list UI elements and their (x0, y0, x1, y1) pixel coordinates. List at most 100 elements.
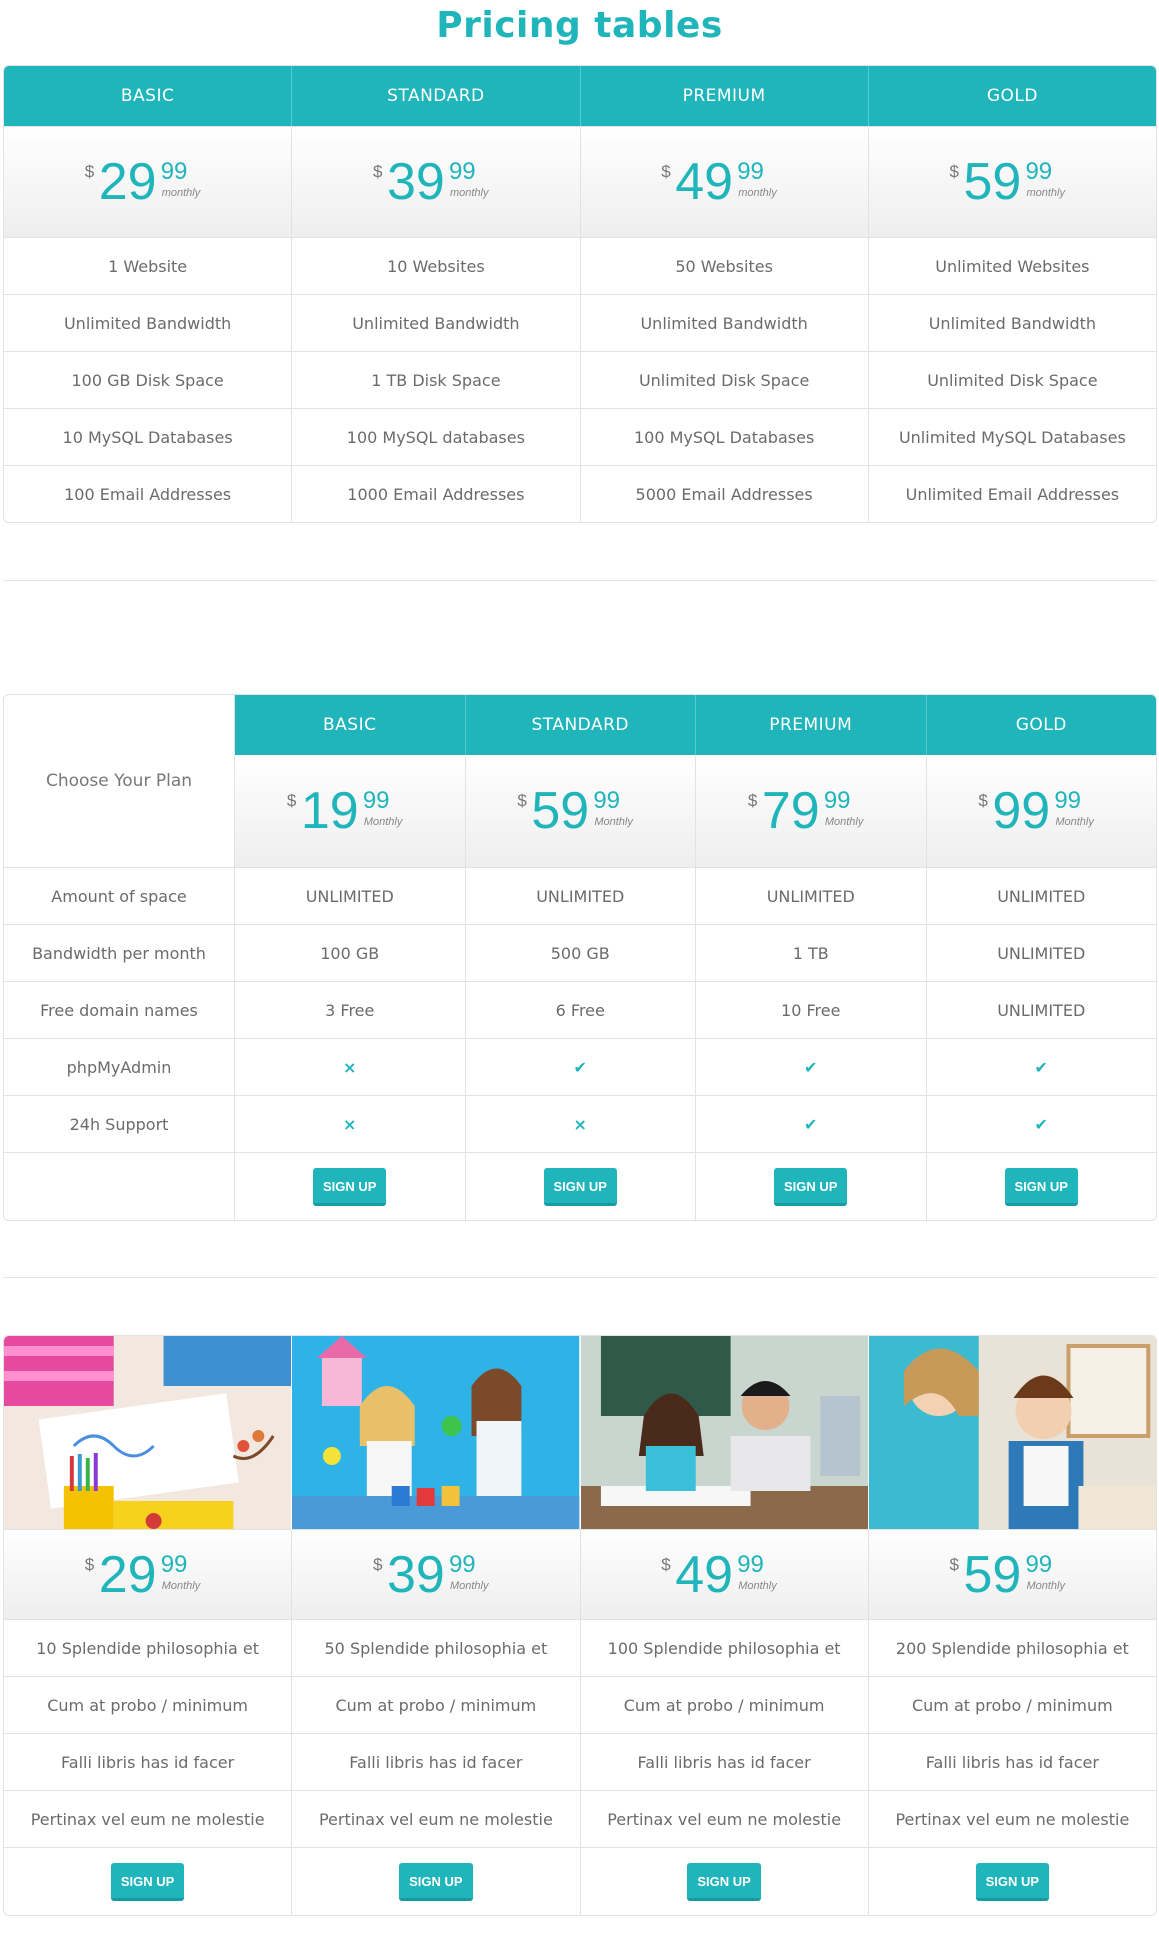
signup-button[interactable]: SIGN UP (110, 1862, 185, 1901)
feature-cell: 10 MySQL Databases (62, 427, 233, 447)
plan-price: $79 99 Monthly (695, 755, 926, 867)
value-cell: UNLIMITED (464, 868, 696, 924)
signup-button-standard[interactable]: SIGN UP (543, 1167, 617, 1206)
plan-price: $29 99 monthly (4, 127, 292, 237)
plan-name-basic: BASIC (235, 695, 465, 755)
feature-cell: 1000 Email Addresses (291, 466, 579, 522)
price-amount: 59 (531, 782, 590, 840)
cross-icon: × (573, 1114, 587, 1134)
value-cell: 500 GB (464, 925, 696, 981)
price-amount: 29 (98, 1545, 157, 1604)
price-amount: 59 (963, 1545, 1022, 1604)
plan-name-premium: PREMIUM (579, 66, 868, 126)
section-divider (3, 580, 1157, 581)
page-title: Pricing tables (436, 5, 723, 46)
feature-cell: Cum at probo / minimum (867, 1677, 1156, 1733)
plan-name-standard: STANDARD (291, 66, 580, 126)
row-label: Bandwidth per month (32, 943, 206, 963)
plan-name-gold: GOLD (867, 66, 1156, 126)
value-cell: 1 TB (695, 925, 926, 981)
price-amount: 19 (300, 782, 359, 840)
choose-plan-label: Choose Your Plan (45, 771, 193, 791)
plan-price: $59 99 Monthly (867, 1530, 1156, 1619)
check-icon: ✔ (1034, 1057, 1048, 1077)
feature-cell: Pertinax vel eum ne molestie (579, 1791, 868, 1847)
row-label: 24h Support (69, 1114, 169, 1134)
cross-icon: × (343, 1057, 357, 1077)
price-amount: 79 (761, 782, 820, 840)
signup-button-premium[interactable]: SIGN UP (774, 1167, 848, 1206)
feature-cell: 10 Websites (291, 238, 579, 294)
plan-name-basic: BASIC (4, 66, 292, 126)
check-icon: ✔ (573, 1057, 587, 1077)
plan-price: $59 99 monthly (867, 127, 1156, 237)
feature-cell: Cum at probo / minimum (47, 1695, 248, 1715)
feature-cell: Falli libris has id facer (579, 1734, 868, 1790)
feature-cell: Unlimited Bandwidth (867, 295, 1156, 351)
value-cell: 3 Free (234, 982, 465, 1038)
price-amount: 49 (675, 1545, 734, 1604)
feature-cell: Falli libris has id facer (291, 1734, 579, 1790)
value-cell: 100 GB (234, 925, 465, 981)
feature-cell: Pertinax vel eum ne molestie (291, 1791, 579, 1847)
signup-button[interactable]: SIGN UP (975, 1862, 1050, 1901)
feature-cell: Unlimited Bandwidth (63, 313, 232, 333)
section-divider (3, 1277, 1157, 1278)
child-drawing-photo (4, 1336, 292, 1529)
feature-cell: Cum at probo / minimum (291, 1677, 579, 1733)
signup-button[interactable]: SIGN UP (399, 1862, 473, 1901)
feature-cell: 100 GB Disk Space (71, 370, 224, 390)
value-cell: UNLIMITED (925, 982, 1157, 1038)
signup-button[interactable]: SIGN UP (687, 1862, 761, 1901)
feature-cell: Falli libris has id facer (61, 1752, 235, 1772)
price-amount: 39 (386, 1545, 445, 1604)
feature-cell: Unlimited Bandwidth (579, 295, 868, 351)
value-cell: 10 Free (695, 982, 926, 1038)
feature-cell: 10 Splendide philosophia et (36, 1638, 259, 1658)
feature-cell: 100 Email Addresses (64, 484, 232, 504)
feature-cell: 1 TB Disk Space (291, 352, 579, 408)
plan-price: $19 99 Monthly (235, 755, 465, 867)
feature-cell: Unlimited Disk Space (867, 352, 1156, 408)
value-cell: UNLIMITED (695, 868, 926, 924)
plan-price: $39 99 monthly (291, 127, 580, 237)
cross-icon: × (343, 1114, 357, 1134)
plan-price: $49 99 Monthly (579, 1530, 868, 1619)
feature-cell: Unlimited Bandwidth (291, 295, 579, 351)
children-painting-photo (291, 1336, 580, 1529)
price-amount: 29 (98, 153, 157, 211)
check-icon: ✔ (804, 1057, 818, 1077)
check-icon: ✔ (804, 1114, 818, 1134)
plan-name-premium: PREMIUM (695, 695, 926, 755)
plan-price: $39 99 Monthly (291, 1530, 580, 1619)
check-icon: ✔ (1034, 1114, 1048, 1134)
pricing-table-photos: $29 99 Monthly $39 99 Monthly $49 99 Monthly $… (3, 1335, 1157, 1916)
plan-name-standard: STANDARD (464, 695, 695, 755)
feature-cell: Cum at probo / minimum (579, 1677, 868, 1733)
row-label: Amount of space (51, 886, 187, 906)
plan-name-gold: GOLD (925, 695, 1156, 755)
plan-price: $49 99 monthly (579, 127, 868, 237)
feature-cell: 50 Websites (579, 238, 868, 294)
pricing-table-simple: BASIC STANDARD PREMIUM GOLD $29 99 monthly… (3, 65, 1157, 523)
feature-cell: 5000 Email Addresses (579, 466, 868, 522)
feature-cell: Unlimited Websites (867, 238, 1156, 294)
feature-cell: 100 MySQL Databases (579, 409, 868, 465)
signup-button-basic[interactable]: SIGN UP (313, 1167, 387, 1206)
feature-cell: 100 Splendide philosophia et (579, 1620, 868, 1676)
feature-cell: Unlimited MySQL Databases (867, 409, 1156, 465)
value-cell: UNLIMITED (925, 925, 1157, 981)
feature-cell: Falli libris has id facer (867, 1734, 1156, 1790)
price-amount: 39 (386, 153, 445, 211)
teacher-student-photo (579, 1336, 868, 1529)
value-cell: UNLIMITED (234, 868, 465, 924)
signup-button-gold[interactable]: SIGN UP (1004, 1167, 1078, 1206)
feature-cell: 200 Splendide philosophia et (867, 1620, 1156, 1676)
price-amount: 49 (675, 153, 734, 211)
feature-cell: 1 Website (108, 256, 188, 276)
feature-cell: Pertinax vel eum ne molestie (30, 1809, 265, 1829)
feature-cell: Unlimited Disk Space (579, 352, 868, 408)
row-label: Free domain names (40, 1000, 198, 1020)
feature-cell: Unlimited Email Addresses (867, 466, 1156, 522)
plan-price: $29 99 Monthly (4, 1530, 292, 1619)
